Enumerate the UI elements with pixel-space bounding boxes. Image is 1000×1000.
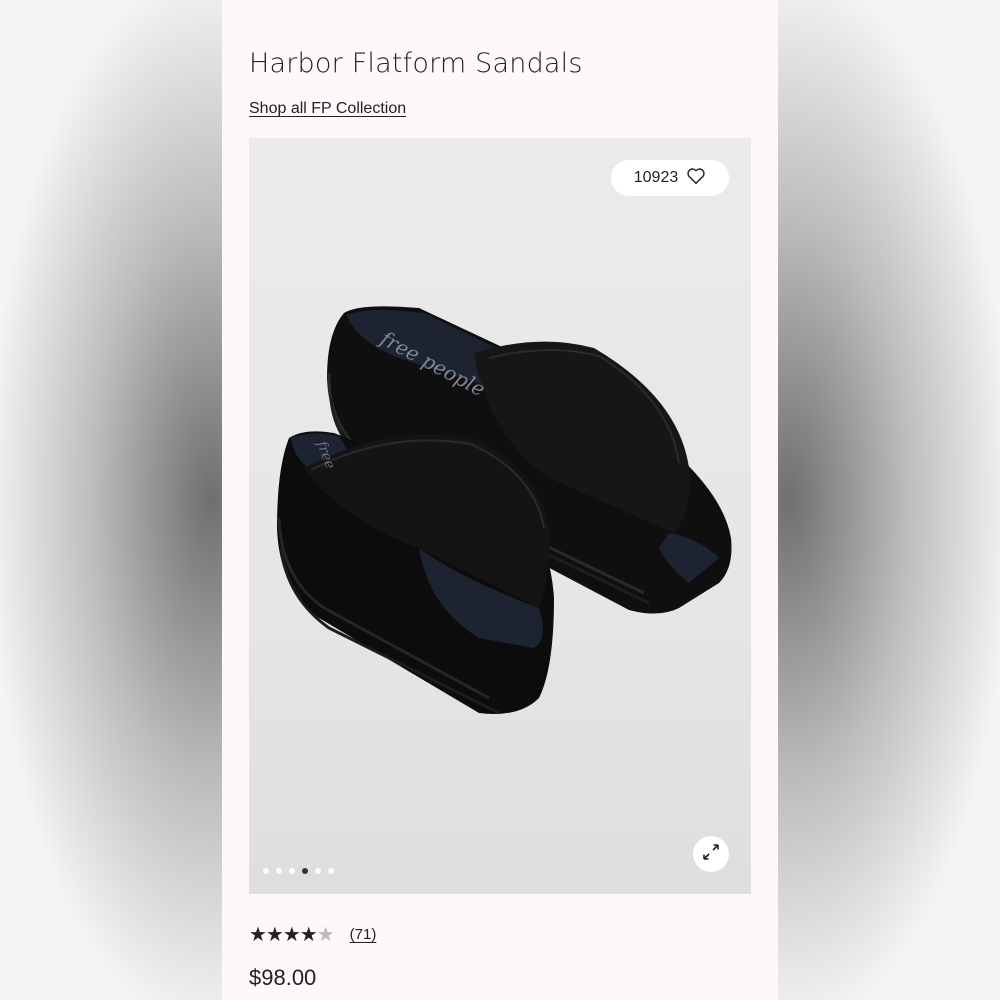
gallery-dot-active[interactable] — [302, 868, 308, 874]
favorites-count: 10923 — [633, 169, 679, 186]
shop-collection-link[interactable]: Shop all FP Collection — [249, 100, 406, 118]
heart-outline-icon — [686, 167, 706, 190]
expand-arrows-icon — [701, 842, 721, 867]
gallery-dot[interactable] — [263, 868, 269, 874]
product-image-gallery[interactable]: free people free 10923 — [249, 138, 751, 894]
gallery-pagination — [263, 868, 334, 874]
background-right — [778, 0, 1000, 1000]
front-sandal — [277, 431, 554, 715]
product-price: $98.00 — [249, 965, 317, 990]
product-panel: Harbor Flatform Sandals Shop all FP Coll… — [222, 0, 778, 1000]
product-image: free people free — [277, 306, 732, 715]
gallery-dot[interactable] — [328, 868, 334, 874]
gallery-dot[interactable] — [315, 868, 321, 874]
gallery-dot[interactable] — [289, 868, 295, 874]
product-rating: ★★★★★ (71) — [249, 922, 376, 947]
gallery-dot[interactable] — [276, 868, 282, 874]
star-rating: ★★★★★ — [249, 924, 335, 946]
review-count-link[interactable]: (71) — [350, 926, 377, 943]
product-title: Harbor Flatform Sandals — [249, 48, 583, 79]
expand-image-button[interactable] — [693, 836, 729, 872]
background-left — [0, 0, 222, 1000]
favorite-button[interactable]: 10923 — [611, 160, 729, 196]
